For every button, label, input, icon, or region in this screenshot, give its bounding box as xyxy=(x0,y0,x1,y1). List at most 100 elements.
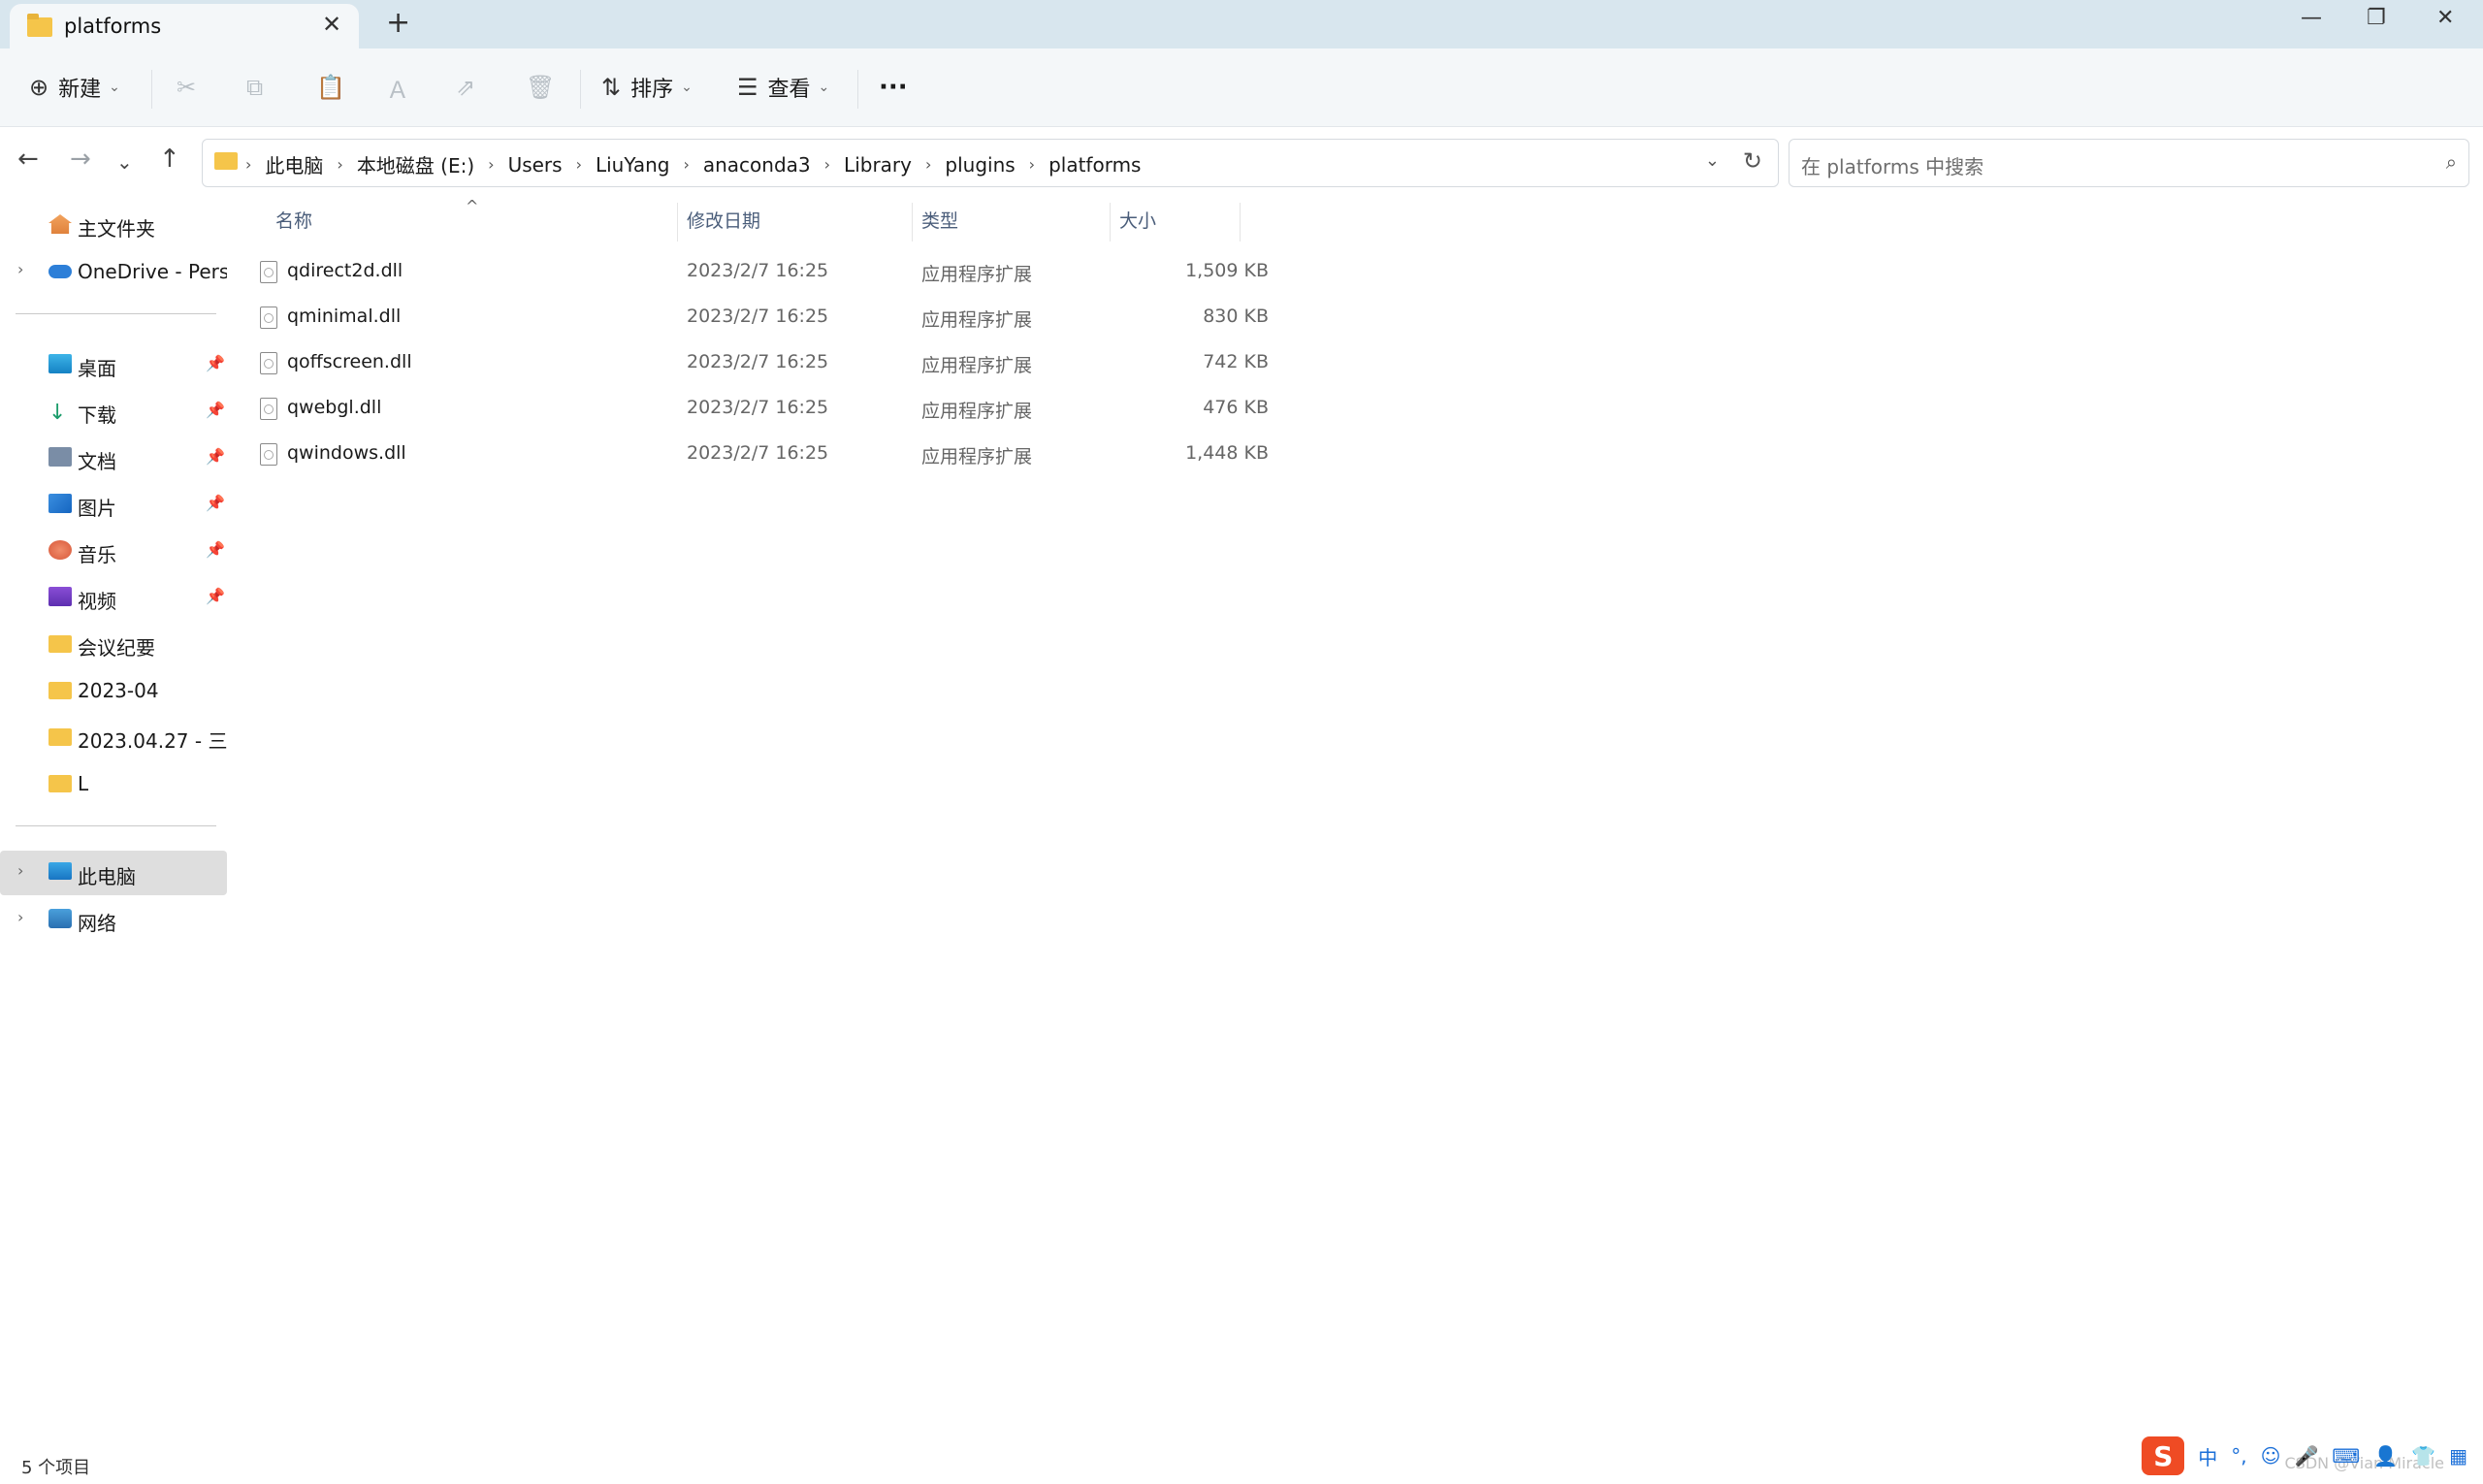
folder-icon xyxy=(27,14,52,37)
sidebar-item-folder[interactable]: 会议纪要 xyxy=(0,622,227,666)
file-row[interactable]: qwebgl.dll 2023/2/7 16:25 应用程序扩展 476 KB xyxy=(231,386,1269,431)
sidebar-item-downloads[interactable]: ↓ 下载 📌 xyxy=(0,389,227,434)
sidebar-item-label: 下载 xyxy=(78,403,116,427)
chevron-down-icon: ⌄ xyxy=(109,80,120,95)
share-icon: ⇗ xyxy=(456,74,476,101)
more-options-button[interactable]: ··· xyxy=(879,70,908,105)
copy-button[interactable]: ⧉ xyxy=(246,70,263,105)
minimize-button[interactable]: — xyxy=(2301,6,2322,30)
sidebar-item-folder[interactable]: L xyxy=(0,761,227,806)
column-header-type[interactable]: 类型 xyxy=(921,207,958,242)
back-arrow-icon[interactable]: ← xyxy=(17,145,39,174)
breadcrumb-item[interactable]: anaconda3 xyxy=(703,153,811,177)
ime-language-toggle[interactable]: 中 xyxy=(2198,1442,2217,1470)
sidebar-divider xyxy=(16,825,216,826)
new-tab-button[interactable]: + xyxy=(386,6,410,40)
breadcrumb-item[interactable]: 本地磁盘 (E:) xyxy=(357,150,474,178)
breadcrumb-item[interactable]: Library xyxy=(844,153,912,177)
sort-ascending-icon: ^ xyxy=(466,197,479,215)
sort-button[interactable]: ⇅ 排序 ⌄ xyxy=(601,70,693,105)
file-type: 应用程序扩展 xyxy=(921,401,1033,422)
computer-icon xyxy=(48,862,72,880)
column-divider[interactable] xyxy=(1240,203,1241,242)
paste-icon: 📋 xyxy=(316,74,345,101)
sidebar-item-home[interactable]: 主文件夹 xyxy=(0,203,227,247)
file-date: 2023/2/7 16:25 xyxy=(687,351,829,372)
pictures-icon xyxy=(48,494,72,513)
skin-icon[interactable]: 👕 xyxy=(2411,1444,2435,1468)
toolbar-divider xyxy=(580,70,581,109)
breadcrumb-item[interactable]: plugins xyxy=(945,153,1015,177)
rename-button[interactable]: Ａ xyxy=(386,70,409,105)
sogou-logo-icon[interactable]: S xyxy=(2142,1436,2185,1475)
share-button[interactable]: ⇗ xyxy=(456,70,475,105)
new-button[interactable]: ⊕ 新建 ⌄ xyxy=(29,70,120,105)
sort-label: 排序 xyxy=(630,78,674,102)
paste-button[interactable]: 📋 xyxy=(316,70,345,105)
sidebar-item-documents[interactable]: 文档 📌 xyxy=(0,436,227,480)
address-bar[interactable]: › 此电脑 › 本地磁盘 (E:) › Users › LiuYang › an… xyxy=(202,139,1779,187)
file-row[interactable]: qminimal.dll 2023/2/7 16:25 应用程序扩展 830 K… xyxy=(231,295,1269,339)
navigation-row: ← → ⌄ ↑ › 此电脑 › 本地磁盘 (E:) › Users › LiuY… xyxy=(0,127,2483,199)
file-row[interactable]: qdirect2d.dll 2023/2/7 16:25 应用程序扩展 1,50… xyxy=(231,249,1269,294)
up-arrow-icon[interactable]: ↑ xyxy=(159,145,180,174)
pin-icon: 📌 xyxy=(206,587,225,605)
column-divider[interactable] xyxy=(677,203,678,242)
sidebar-item-folder[interactable]: 2023-04 xyxy=(0,668,227,713)
sidebar-item-label: 文档 xyxy=(78,450,116,473)
download-icon: ↓ xyxy=(48,401,67,425)
ime-toolbar: S 中 °, ☺ 🎤 ⌨ 👤 👕 ▦ xyxy=(2142,1436,2467,1475)
emoji-icon[interactable]: ☺ xyxy=(2261,1444,2281,1468)
close-button[interactable]: ✕ xyxy=(2436,6,2454,30)
expand-chevron-icon[interactable]: › xyxy=(17,260,23,278)
breadcrumb-item[interactable]: Users xyxy=(508,153,563,177)
refresh-icon[interactable]: ↻ xyxy=(1743,147,1762,175)
breadcrumb: › 此电脑 › 本地磁盘 (E:) › Users › LiuYang › an… xyxy=(245,150,1141,178)
sidebar-item-desktop[interactable]: 桌面 📌 xyxy=(0,342,227,387)
search-input[interactable]: 在 platforms 中搜索 ⌕ xyxy=(1789,139,2469,187)
column-divider[interactable] xyxy=(912,203,913,242)
microphone-icon[interactable]: 🎤 xyxy=(2295,1444,2319,1468)
forward-arrow-icon[interactable]: → xyxy=(70,145,91,174)
cut-button[interactable]: ✂ xyxy=(177,70,196,105)
folder-icon xyxy=(48,682,72,699)
keyboard-icon[interactable]: ⌨ xyxy=(2332,1444,2360,1468)
file-row[interactable]: qoffscreen.dll 2023/2/7 16:25 应用程序扩展 742… xyxy=(231,340,1269,385)
dll-file-icon xyxy=(260,443,277,466)
file-name: qoffscreen.dll xyxy=(287,351,412,372)
tab-platforms[interactable]: platforms ✕ xyxy=(10,4,359,48)
sidebar-item-network[interactable]: › 网络 xyxy=(0,897,227,942)
navigation-pane: 主文件夹 › OneDrive - Persor 桌面 📌 ↓ 下载 📌 文档 … xyxy=(0,199,229,1450)
recent-locations-chevron-icon[interactable]: ⌄ xyxy=(116,150,133,174)
column-divider[interactable] xyxy=(1110,203,1111,242)
user-icon[interactable]: 👤 xyxy=(2373,1444,2398,1468)
sidebar-item-onedrive[interactable]: › OneDrive - Persor xyxy=(0,249,227,294)
expand-chevron-icon[interactable]: › xyxy=(17,908,23,926)
column-header-name[interactable]: 名称 xyxy=(275,207,312,242)
restore-button[interactable]: ❐ xyxy=(2367,6,2386,30)
column-header-date[interactable]: 修改日期 xyxy=(687,207,760,242)
breadcrumb-item[interactable]: LiuYang xyxy=(596,153,669,177)
sidebar-item-pictures[interactable]: 图片 📌 xyxy=(0,482,227,527)
view-list-icon: ☰ xyxy=(737,74,758,101)
delete-button[interactable]: 🗑 xyxy=(526,70,555,105)
column-header-size[interactable]: 大小 xyxy=(1119,207,1156,242)
view-button[interactable]: ☰ 查看 ⌄ xyxy=(737,70,829,105)
address-history-chevron-icon[interactable]: ⌄ xyxy=(1705,150,1720,171)
ime-punctuation-toggle[interactable]: °, xyxy=(2231,1444,2246,1468)
toolbox-grid-icon[interactable]: ▦ xyxy=(2449,1444,2467,1468)
search-icon: ⌕ xyxy=(2445,150,2457,174)
breadcrumb-item[interactable]: platforms xyxy=(1048,153,1141,177)
folder-icon xyxy=(214,152,238,170)
sidebar-item-label: 2023.04.27 - 三方会 xyxy=(78,729,227,753)
expand-chevron-icon[interactable]: › xyxy=(17,861,23,880)
sidebar-item-this-pc[interactable]: › 此电脑 xyxy=(0,851,227,895)
sidebar-item-folder[interactable]: 2023.04.27 - 三方会 xyxy=(0,715,227,759)
sidebar-item-music[interactable]: 音乐 📌 xyxy=(0,529,227,573)
file-size: 830 KB xyxy=(1203,306,1269,327)
breadcrumb-item[interactable]: 此电脑 xyxy=(265,150,323,178)
sidebar-item-videos[interactable]: 视频 📌 xyxy=(0,575,227,620)
status-bar: 5 个项目 CSDN @Vian Miracle S 中 °, ☺ 🎤 ⌨ 👤 … xyxy=(0,1436,2483,1484)
file-row[interactable]: qwindows.dll 2023/2/7 16:25 应用程序扩展 1,448… xyxy=(231,432,1269,476)
tab-close-button[interactable]: ✕ xyxy=(322,11,341,38)
